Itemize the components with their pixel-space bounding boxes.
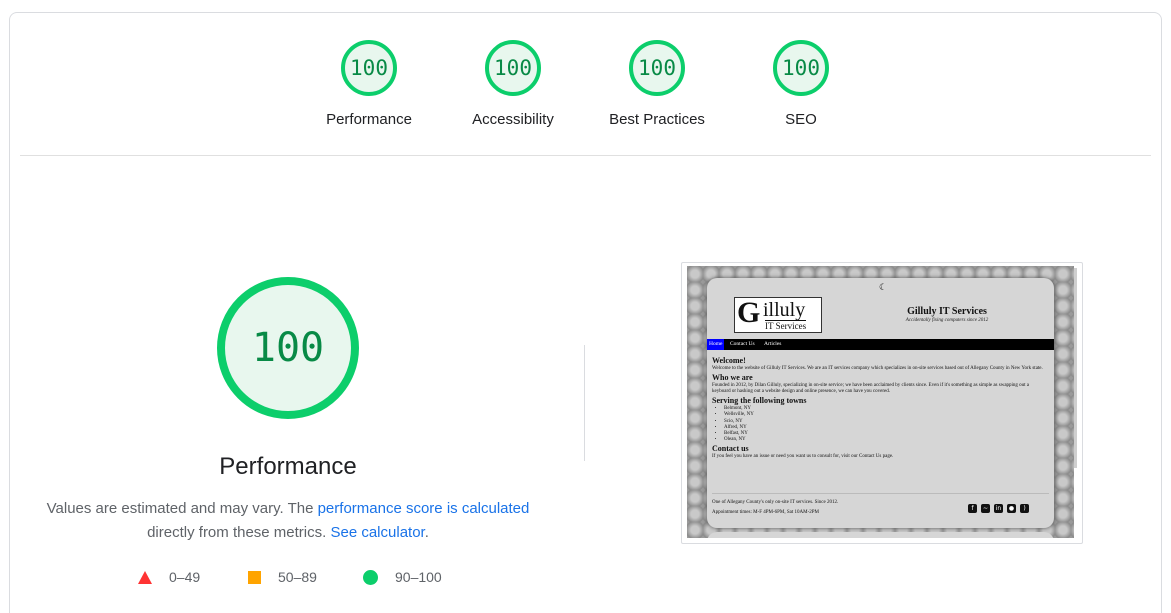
linkedin-icon: in (994, 504, 1003, 513)
serving-heading: Serving the following towns (712, 396, 807, 405)
gauge-score: 100 (629, 40, 685, 96)
pass-circle-icon (363, 569, 378, 585)
site-footer-divider (712, 493, 1049, 494)
rss-icon: ) (1020, 504, 1029, 513)
site-content: Welcome! Welcome to the website of Gillu… (712, 356, 1047, 461)
gauge-label: Best Practices (609, 111, 705, 128)
contact-text: If you feel you have an issue or need yo… (712, 453, 894, 459)
site-panel: ☾ G illuly IT Services Gilluly IT Servic… (707, 278, 1054, 528)
site-footer-text: One of Allegany County's only on-site IT… (712, 500, 839, 505)
legend-pass: 90–100 (363, 569, 442, 585)
site-nav-contact: Contact Us (730, 341, 755, 347)
messenger-icon: ~ (981, 504, 990, 513)
site-panel-lower (707, 532, 1054, 538)
site-tagline: Accidentally fixing computers since 2012 (905, 318, 989, 323)
legend-label: 50–89 (278, 569, 317, 585)
site-logo: G illuly IT Services (734, 296, 822, 333)
logo-top-text: illuly (763, 299, 806, 321)
legend-fail: 0–49 (138, 569, 200, 585)
welcome-heading: Welcome! (712, 356, 746, 365)
gauge-label: Accessibility (472, 111, 554, 128)
screenshot-scrollbar (1074, 268, 1077, 468)
gauge-seo[interactable]: 100 SEO (741, 40, 861, 128)
site-social-icons: f ~ in ● ) (968, 504, 1029, 513)
site-title: Gilluly IT Services (907, 306, 987, 317)
contact-heading: Contact us (712, 443, 749, 453)
category-gauges: 100 Performance 100 Accessibility 100 Be… (0, 0, 1171, 160)
gauge-score: 100 (341, 40, 397, 96)
desc-suffix: . (424, 524, 429, 541)
github-icon: ● (1007, 504, 1016, 513)
average-square-icon (248, 570, 261, 584)
performance-title: Performance (219, 453, 357, 480)
gauge-label: Performance (326, 111, 412, 128)
gauge-label: SEO (785, 111, 817, 128)
who-text: Founded in 2012, by Dilan Gilluly, speci… (712, 383, 1030, 394)
final-screenshot: ☾ G illuly IT Services Gilluly IT Servic… (687, 266, 1074, 538)
site-nav-home: Home (707, 339, 725, 350)
performance-description: Values are estimated and may vary. The p… (40, 497, 536, 545)
gauge-accessibility[interactable]: 100 Accessibility (453, 40, 573, 128)
logo-letter: G (737, 296, 761, 329)
legend-average: 50–89 (248, 569, 317, 585)
gauge-performance[interactable]: 100 Performance (309, 40, 429, 128)
performance-score-gauge: 100 (217, 277, 359, 419)
site-nav: Home Contact Us Articles (707, 339, 1054, 350)
fail-triangle-icon (138, 570, 152, 584)
vertical-separator (584, 345, 585, 461)
who-heading: Who we are (712, 373, 753, 382)
legend-label: 90–100 (395, 569, 442, 585)
score-calculated-link[interactable]: performance score is calculated (318, 500, 530, 517)
legend-label: 0–49 (169, 569, 201, 585)
gauge-score: 100 (773, 40, 829, 96)
welcome-text: Welcome to the website of Gilluly IT Ser… (712, 366, 1043, 371)
desc-middle: directly from these metrics. (147, 524, 331, 541)
moon-icon: ☾ (879, 283, 888, 293)
site-nav-articles: Articles (764, 341, 782, 347)
desc-prefix: Values are estimated and may vary. The (46, 500, 318, 517)
site-footer-hours: Appointment times: M-F 4PM-6PM, Sat 10AM… (712, 510, 819, 515)
towns-list: Belmont, NY Wellsville, NY Scio, NY Alfr… (712, 406, 1047, 444)
gauge-best-practices[interactable]: 100 Best Practices (597, 40, 717, 128)
facebook-icon: f (968, 504, 977, 513)
gauge-score: 100 (485, 40, 541, 96)
header-divider (20, 155, 1151, 156)
logo-bottom-text: IT Services (765, 320, 807, 331)
see-calculator-link[interactable]: See calculator (330, 524, 424, 541)
